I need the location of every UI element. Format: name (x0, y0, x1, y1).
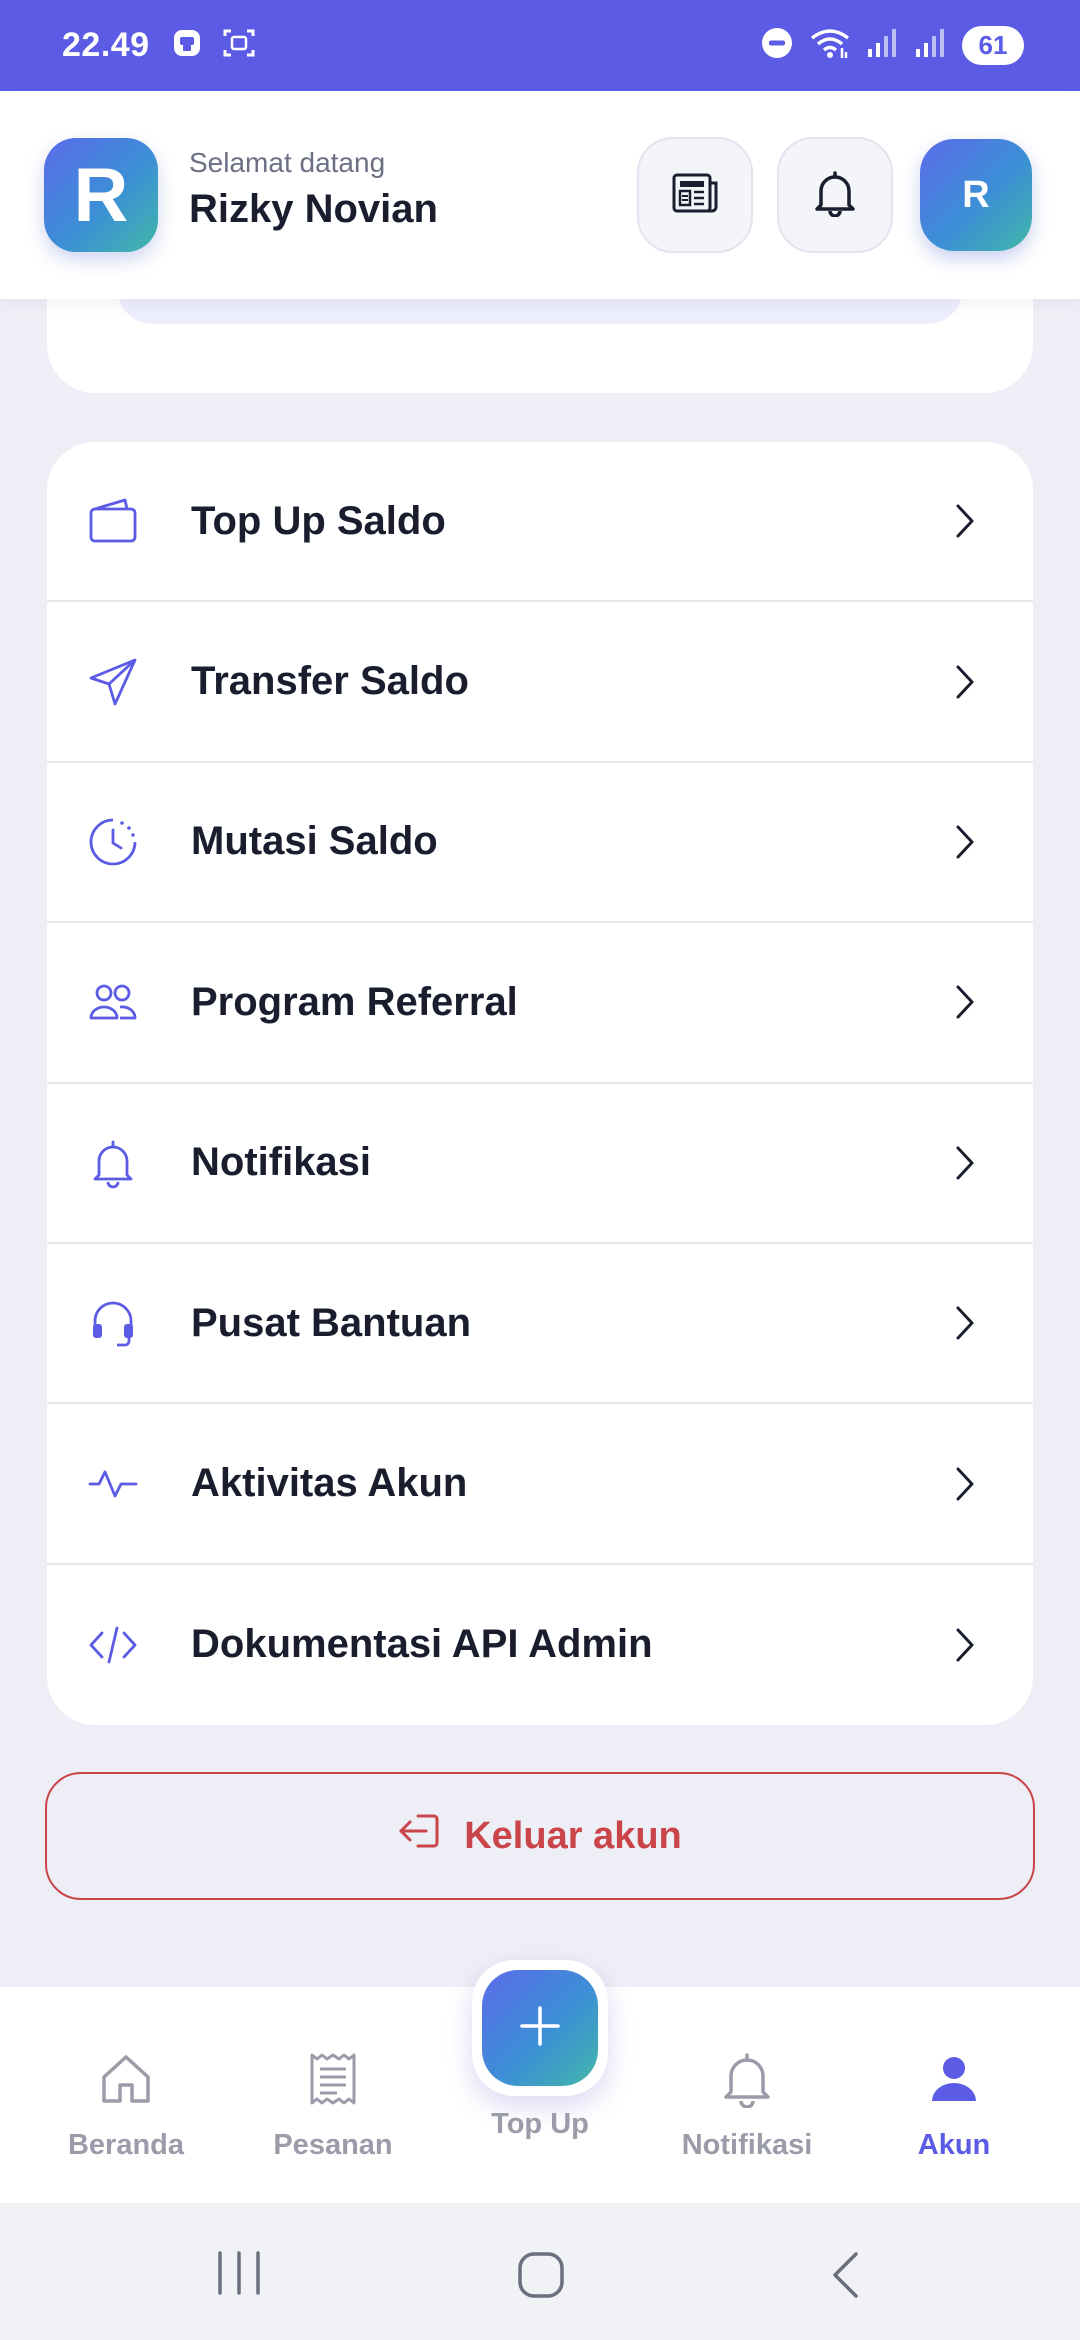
menu-label: Program Referral (191, 979, 518, 1024)
news-button[interactable] (637, 137, 753, 253)
menu-item-notifikasi[interactable]: Notifikasi (47, 1084, 1033, 1244)
signal-icon (866, 27, 900, 64)
user-icon (928, 2047, 980, 2111)
nav-label: Pesanan (273, 2129, 393, 2161)
status-bar: 22.49 61 (0, 0, 1080, 91)
user-name: Rizky Novian (189, 187, 438, 231)
screenshot-icon (222, 27, 256, 64)
menu-label: Transfer Saldo (191, 659, 469, 704)
logout-icon (398, 1812, 440, 1860)
top-up-fab-container (472, 1960, 608, 2096)
signal-icon (914, 27, 948, 64)
bell-icon (813, 169, 857, 222)
wallet-icon (87, 495, 139, 547)
logout-button[interactable]: Keluar akun (45, 1772, 1035, 1900)
top-up-button[interactable] (482, 1970, 598, 2086)
menu-label: Notifikasi (191, 1140, 372, 1185)
system-navigation-bar (0, 2203, 1080, 2340)
menu-label: Top Up Saldo (191, 498, 446, 543)
logout-label: Keluar akun (464, 1814, 682, 1857)
recent-apps-icon[interactable] (214, 2251, 264, 2300)
nav-label: Notifikasi (681, 2129, 813, 2161)
receipt-icon (307, 2047, 359, 2111)
do-not-disturb-icon (760, 26, 794, 65)
app-header: R Selamat datang Rizky Novian R (0, 91, 1080, 299)
back-icon[interactable] (826, 2251, 866, 2304)
nav-item-notifikasi[interactable]: Notifikasi (667, 1987, 827, 2203)
battery-indicator: 61 (962, 26, 1024, 65)
chevron-right-icon (949, 662, 981, 702)
menu-item-program-referral[interactable]: Program Referral (47, 923, 1033, 1084)
nav-label: Beranda (67, 2129, 185, 2161)
app-logo: R (44, 138, 158, 252)
news-icon (671, 171, 719, 220)
notification-button[interactable] (777, 137, 893, 253)
status-time: 22.49 (62, 26, 150, 64)
bell-icon (721, 2047, 773, 2111)
menu-label: Dokumentasi API Admin (191, 1622, 653, 1667)
chevron-right-icon (949, 982, 981, 1022)
menu-item-dokumentasi-api-admin[interactable]: Dokumentasi API Admin (47, 1565, 1033, 1725)
app-notification-icon (172, 28, 202, 63)
menu-label: Aktivitas Akun (191, 1461, 468, 1506)
chevron-right-icon (949, 1464, 981, 1504)
nav-label: Akun (917, 2129, 991, 2161)
menu-label: Mutasi Saldo (191, 819, 438, 864)
activity-icon (87, 1458, 139, 1510)
plus-icon (516, 2002, 564, 2055)
chevron-right-icon (949, 1143, 981, 1183)
menu-item-top-up-saldo[interactable]: Top Up Saldo (47, 442, 1033, 603)
account-menu: Top Up Saldo Transfer Saldo Mutasi Saldo… (47, 442, 1033, 1725)
top-up-label: Top Up (491, 2108, 589, 2140)
send-icon (87, 656, 139, 708)
home-icon (98, 2047, 154, 2111)
chevron-right-icon (949, 822, 981, 862)
wifi-icon (808, 26, 852, 65)
profile-avatar[interactable]: R (920, 139, 1032, 251)
menu-item-transfer-saldo[interactable]: Transfer Saldo (47, 602, 1033, 763)
history-clock-icon (87, 816, 139, 868)
menu-item-pusat-bantuan[interactable]: Pusat Bantuan (47, 1244, 1033, 1405)
nav-item-pesanan[interactable]: Pesanan (253, 1987, 413, 2203)
chevron-right-icon (949, 501, 981, 541)
code-icon (87, 1619, 139, 1671)
bell-icon (87, 1137, 139, 1189)
nav-item-akun[interactable]: Akun (874, 1987, 1034, 2203)
nav-item-beranda[interactable]: Beranda (46, 1987, 206, 2203)
menu-item-aktivitas-akun[interactable]: Aktivitas Akun (47, 1404, 1033, 1565)
menu-item-mutasi-saldo[interactable]: Mutasi Saldo (47, 763, 1033, 924)
headset-icon (87, 1297, 139, 1349)
greeting-text: Selamat datang (189, 147, 386, 178)
users-icon (87, 976, 139, 1028)
chevron-right-icon (949, 1625, 981, 1665)
home-system-icon[interactable] (516, 2251, 566, 2304)
chevron-right-icon (949, 1303, 981, 1343)
menu-label: Pusat Bantuan (191, 1300, 472, 1345)
